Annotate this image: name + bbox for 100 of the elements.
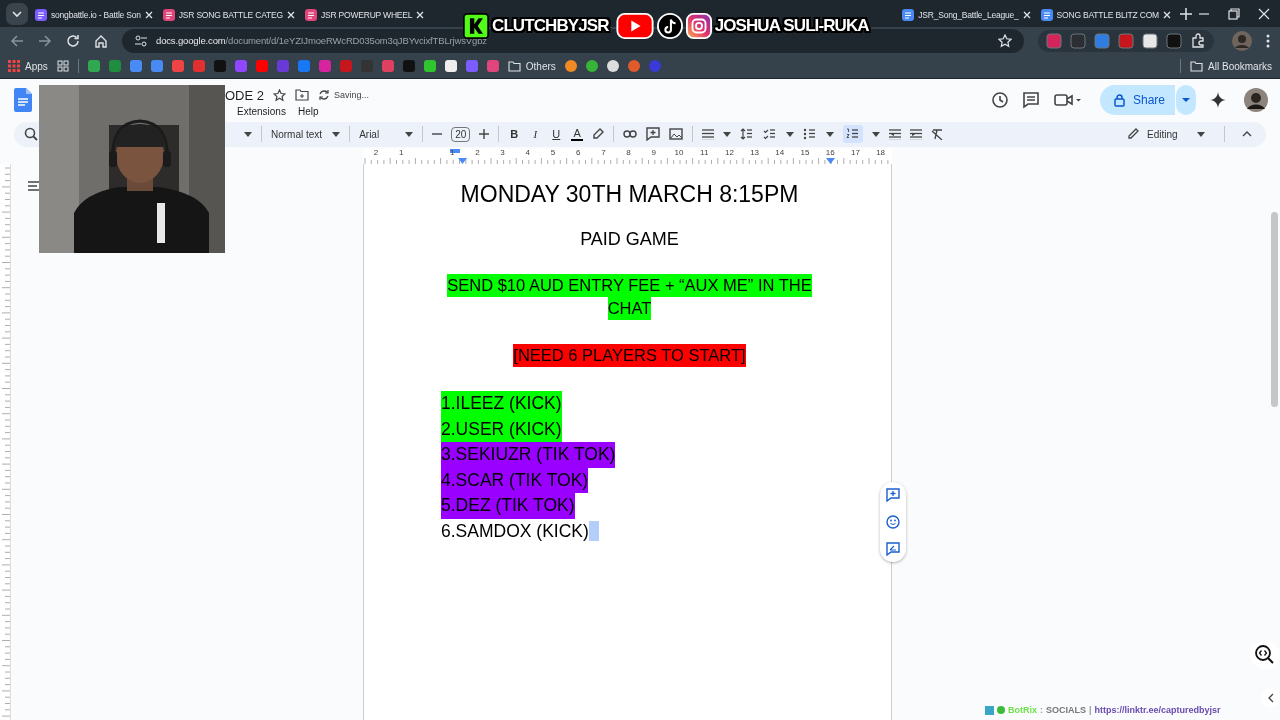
ruler-number: 12 <box>724 148 734 157</box>
close-icon[interactable] <box>1022 11 1031 20</box>
player-entry: 3.SEKIUZR (TIK TOK) <box>441 442 616 468</box>
tab-search-icon[interactable] <box>6 2 28 25</box>
clear-formatting-icon[interactable] <box>931 128 944 141</box>
search-icon[interactable] <box>24 127 38 142</box>
document-heading: MONDAY 30TH MARCH 8:15PM <box>460 181 799 207</box>
ticker-separator: : <box>1040 705 1043 715</box>
browser-tab[interactable]: JSR_Song_Battle_League_ <box>897 3 1036 28</box>
link-icon[interactable] <box>623 130 638 139</box>
pencil-icon <box>1127 128 1139 141</box>
text-color-button[interactable]: A <box>571 127 584 141</box>
profile-avatar-icon[interactable] <box>1232 30 1252 51</box>
close-icon[interactable] <box>286 11 295 20</box>
numbered-list-icon <box>846 128 861 141</box>
close-icon[interactable] <box>1163 11 1171 20</box>
outline-icon[interactable] <box>28 181 40 191</box>
align-left-icon[interactable] <box>702 128 715 141</box>
site-icon[interactable] <box>423 60 436 73</box>
indent-marker-icon[interactable] <box>450 149 460 154</box>
bulleted-list-icon[interactable] <box>803 128 818 141</box>
close-icon[interactable] <box>1258 7 1270 20</box>
share-dropdown-icon[interactable] <box>1176 85 1196 116</box>
line-spacing-icon[interactable] <box>740 128 755 141</box>
ruler-number: 6 <box>575 148 581 157</box>
ruler-number: 1 <box>399 148 404 157</box>
reload-icon[interactable] <box>66 33 80 48</box>
new-tab-icon[interactable] <box>1180 7 1192 20</box>
increase-indent-icon[interactable] <box>910 128 923 141</box>
add-comment-icon[interactable] <box>646 127 661 142</box>
site-icon[interactable] <box>585 60 598 73</box>
restore-icon[interactable] <box>1228 7 1240 20</box>
font-dropdown[interactable]: Arial <box>359 128 414 140</box>
caret-icon <box>826 131 835 137</box>
comments-icon[interactable] <box>1021 91 1040 110</box>
emoji-reaction-icon[interactable] <box>886 515 900 529</box>
ruler-number: 2 <box>373 148 379 157</box>
suggest-edit-icon[interactable] <box>886 541 900 556</box>
video-play-icon <box>615 13 654 39</box>
favicon-icon <box>1040 9 1053 22</box>
increase-size-icon[interactable] <box>479 129 490 140</box>
tab-groups-icon[interactable] <box>56 60 69 73</box>
browser-tab[interactable]: songbattle.io - Battle Son <box>30 3 158 28</box>
editing-mode-dropdown[interactable]: Editing <box>1117 124 1215 145</box>
browser-tab[interactable]: SONG BATTLE BLITZ COM <box>1035 3 1176 28</box>
camera-icon <box>685 13 712 39</box>
share-button[interactable]: Share <box>1099 85 1175 116</box>
ruler-number: 16 <box>825 148 835 157</box>
decrease-indent-icon[interactable] <box>889 128 902 141</box>
menu-item[interactable]: Help <box>297 105 319 117</box>
brand-logo-icon <box>463 13 489 39</box>
scrollbar[interactable] <box>1271 212 1278 407</box>
ticker-label: SOCIALS <box>1046 705 1086 715</box>
home-icon[interactable] <box>94 33 108 48</box>
italic-button[interactable]: I <box>529 128 542 141</box>
ruler-number: 1 <box>449 148 455 157</box>
back-icon[interactable] <box>10 33 24 48</box>
explore-icon[interactable] <box>1250 641 1280 669</box>
caret-icon <box>1197 131 1205 137</box>
numbered-list-button[interactable] <box>843 125 864 144</box>
extension-icon[interactable] <box>1142 32 1158 49</box>
close-icon[interactable] <box>144 11 153 20</box>
bookmark-folder[interactable]: All Bookmarks <box>1190 60 1272 72</box>
bookmark-item[interactable]: Apps <box>8 60 48 73</box>
move-folder-icon[interactable] <box>295 89 309 102</box>
image-icon[interactable] <box>669 128 684 141</box>
folder-icon <box>507 60 521 72</box>
ruler-number: 10 <box>674 148 684 157</box>
account-avatar-icon[interactable] <box>1244 88 1268 113</box>
site-icon[interactable] <box>444 60 457 73</box>
bookmark-folder[interactable]: Others <box>507 60 556 72</box>
collapse-icon[interactable] <box>1242 131 1252 138</box>
video-call-icon[interactable] <box>1053 92 1082 109</box>
ruler-number: 17 <box>850 148 860 157</box>
more-menu-icon[interactable] <box>1266 33 1270 48</box>
docs-logo-icon[interactable] <box>14 88 32 113</box>
paragraph-style-dropdown[interactable]: Normal text <box>271 128 341 140</box>
forward-icon[interactable] <box>38 33 52 48</box>
site-icon[interactable] <box>564 60 577 73</box>
bold-button[interactable]: B <box>508 128 521 141</box>
lock-icon <box>1113 93 1125 107</box>
font-size-field[interactable]: 20 <box>451 126 471 142</box>
caret-icon <box>405 131 414 137</box>
version-history-icon[interactable] <box>989 91 1008 110</box>
browser-tab[interactable]: JSR SONG BATTLE CATEG <box>157 3 300 28</box>
site-icon[interactable] <box>606 60 619 73</box>
add-comment-icon[interactable] <box>886 488 900 503</box>
collapse-panel-icon[interactable] <box>1262 688 1280 708</box>
menu-item[interactable]: Extensions <box>237 105 286 117</box>
puzzle-icon[interactable] <box>1190 32 1206 49</box>
document-title[interactable]: ODE 2 <box>225 87 264 103</box>
star-icon[interactable] <box>273 88 286 102</box>
sparkle-icon[interactable] <box>1210 92 1226 109</box>
close-icon[interactable] <box>416 11 425 20</box>
underline-button[interactable]: U <box>550 128 563 141</box>
checklist-icon[interactable] <box>763 128 778 141</box>
folder-icon <box>1190 60 1204 72</box>
highlighter-icon[interactable] <box>592 128 605 141</box>
ticker-source: BotRix <box>1008 705 1037 715</box>
browser-tab[interactable]: JSR POWERUP WHEEL <box>299 3 430 28</box>
